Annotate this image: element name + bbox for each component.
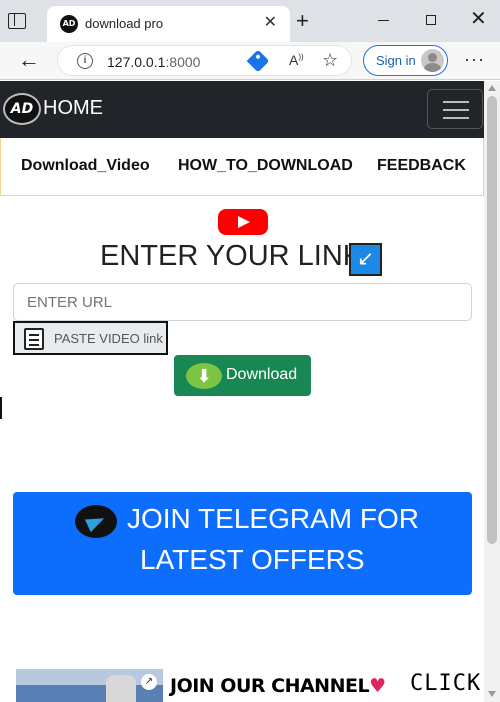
- download-button[interactable]: ⬇ Download: [174, 355, 311, 396]
- menu-item-download-video[interactable]: Download_Video: [21, 157, 150, 175]
- clipboard-line: [29, 339, 39, 341]
- address-bar: ← i 127.0.0.1:8000 A)) ☆ Sign in ···: [0, 42, 500, 80]
- download-icon: ⬇: [186, 363, 222, 389]
- page-title: ENTER YOUR LINK: [100, 240, 363, 272]
- click-here-text[interactable]: CLICK: [410, 671, 481, 696]
- paste-button-label: PASTE VIDEO link: [54, 331, 163, 346]
- scrollbar[interactable]: [484, 81, 500, 702]
- sign-in-button[interactable]: Sign in: [363, 45, 448, 76]
- plus-icon[interactable]: +: [296, 10, 309, 32]
- left-edge-marker: [0, 397, 2, 419]
- scroll-up-icon[interactable]: [488, 85, 496, 91]
- paste-video-button[interactable]: PASTE VIDEO link: [13, 321, 168, 355]
- brand-home-link[interactable]: HOME: [43, 97, 103, 120]
- clipboard-icon: [20, 326, 44, 350]
- brand-logo[interactable]: AD: [3, 93, 41, 125]
- menu-item-how-to-download[interactable]: HOW_TO_DOWNLOAD: [178, 157, 353, 175]
- hamburger-line: [443, 117, 469, 119]
- clipboard-line: [29, 344, 39, 346]
- browser-tab[interactable]: AD download pro ✕: [47, 6, 290, 42]
- join-telegram-button[interactable]: JOIN TELEGRAM FOR LATEST OFFERS: [13, 492, 472, 595]
- tab-strip: AD download pro ✕ + ✕: [0, 0, 500, 42]
- more-icon[interactable]: ···: [464, 50, 485, 68]
- telegram-line-1: JOIN TELEGRAM FOR: [127, 503, 419, 534]
- info-icon[interactable]: i: [77, 53, 93, 69]
- url-input[interactable]: [13, 283, 472, 321]
- url-text[interactable]: 127.0.0.1:8000: [107, 54, 200, 70]
- tag-icon[interactable]: [246, 49, 270, 73]
- menu-toggle-button[interactable]: [427, 89, 483, 129]
- window-close-icon[interactable]: ✕: [470, 8, 487, 30]
- arrow-down-left-icon: ↙: [349, 243, 382, 276]
- menu-item-feedback[interactable]: FEEDBACK: [377, 157, 466, 175]
- omnibox[interactable]: i 127.0.0.1:8000 A)) ☆: [57, 45, 352, 76]
- favorites-icon[interactable]: ☆: [322, 50, 338, 70]
- tab-title: download pro: [85, 16, 164, 31]
- heart-icon: ♥: [369, 675, 386, 697]
- navbar: AD HOME: [0, 81, 484, 138]
- read-aloud-icon[interactable]: A)): [289, 52, 304, 68]
- scroll-thumb[interactable]: [487, 96, 497, 544]
- back-arrow-icon[interactable]: ←: [18, 47, 40, 73]
- download-button-label: Download: [226, 366, 298, 383]
- youtube-icon: [218, 209, 268, 235]
- share-icon[interactable]: ↗: [141, 674, 157, 690]
- minimize-icon[interactable]: [378, 13, 390, 27]
- avatar-icon: [421, 49, 444, 72]
- nav-menu: Download_Video HOW_TO_DOWNLOAD FEEDBACK: [0, 138, 484, 196]
- join-channel-text: JOIN OUR CHANNEL♥: [170, 675, 386, 697]
- clipboard-line: [29, 334, 39, 336]
- hamburger-line: [443, 109, 469, 111]
- favicon-icon: AD: [60, 15, 78, 33]
- scroll-down-icon[interactable]: [488, 691, 496, 697]
- tab-actions-icon[interactable]: [8, 13, 26, 29]
- telegram-line-2: LATEST OFFERS: [140, 544, 365, 575]
- telegram-icon: [75, 505, 117, 538]
- sign-in-label: Sign in: [376, 53, 416, 68]
- maximize-icon[interactable]: [426, 15, 436, 25]
- page-viewport: AD HOME Download_Video HOW_TO_DOWNLOAD F…: [0, 81, 500, 702]
- browser-window: AD download pro ✕ + ✕ ← i 127.0.0.1:8000…: [0, 0, 500, 702]
- close-icon[interactable]: ✕: [264, 14, 277, 32]
- hamburger-line: [443, 101, 469, 103]
